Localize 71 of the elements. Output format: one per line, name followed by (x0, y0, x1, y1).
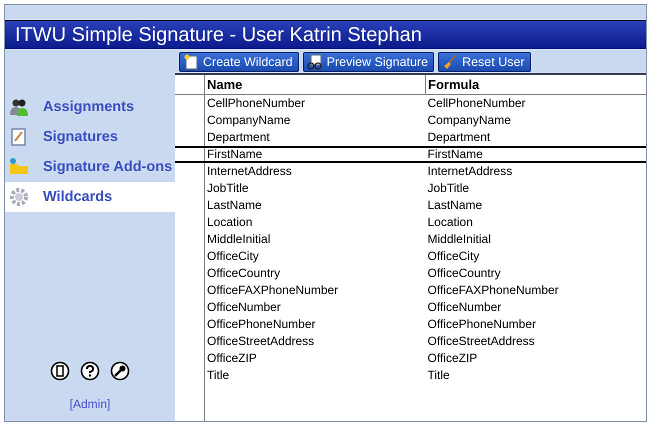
sidebar-item[interactable]: Signature Add-ons (5, 152, 175, 182)
table-row[interactable]: OfficeCountry OfficeCountry (175, 265, 646, 282)
table-row[interactable]: Title Title (175, 367, 646, 384)
door-icon[interactable] (50, 361, 70, 381)
table-row[interactable]: OfficePhoneNumber OfficePhoneNumber (175, 316, 646, 333)
table-cell-text: CompanyName (206, 112, 292, 129)
table-cell-text: LastName (426, 197, 484, 214)
table-cell-text: OfficeStreetAddress (206, 333, 316, 350)
table-cell-text: JobTitle (426, 180, 470, 197)
table-row[interactable]: JobTitle JobTitle (175, 180, 646, 197)
table-cell-text: Title (206, 367, 230, 384)
table-cell-text: OfficeCity (426, 248, 480, 265)
table-cell-text: JobTitle (206, 180, 250, 197)
table-cell-text: OfficeNumber (426, 299, 502, 316)
table-cell-text: InternetAddress (426, 163, 514, 180)
table-row[interactable]: OfficeStreetAddress OfficeStreetAddress (175, 333, 646, 350)
table-cell-text: OfficeCountry (426, 265, 502, 282)
table-row[interactable]: OfficeFAXPhoneNumber OfficeFAXPhoneNumber (175, 282, 646, 299)
people-icon (9, 97, 29, 117)
column-header[interactable]: Formula (425, 75, 646, 94)
toolbar-button[interactable]: Create Wildcard (179, 52, 299, 72)
table-cell-text: Department (426, 129, 492, 146)
table-cell-text: OfficeCity (206, 248, 260, 265)
table-row[interactable]: CellPhoneNumber CellPhoneNumber (175, 95, 646, 112)
new-page-icon (183, 54, 199, 70)
table-cell-text: OfficePhoneNumber (426, 316, 538, 333)
table-cell-text: CellPhoneNumber (206, 95, 306, 112)
sidebar-item[interactable]: Wildcards (5, 182, 175, 212)
table-cell-text: Location (206, 214, 254, 231)
table-row[interactable]: OfficeNumber OfficeNumber (175, 299, 646, 316)
sidebar-item[interactable]: Assignments (5, 92, 175, 122)
table-cell-text: MiddleInitial (206, 231, 272, 248)
table-cell-text: OfficePhoneNumber (206, 316, 317, 333)
table-cell-text: OfficeZIP (206, 350, 258, 367)
table-row[interactable]: LastName LastName (175, 197, 646, 214)
table-row[interactable]: CompanyName CompanyName (175, 112, 646, 129)
table-row[interactable]: FirstName FirstName (175, 146, 646, 163)
table-row[interactable]: OfficeCity OfficeCity (175, 248, 646, 265)
toolbar-button[interactable]: Preview Signature (302, 52, 434, 72)
table-row[interactable]: MiddleInitial MiddleInitial (175, 231, 646, 248)
table-row[interactable]: OfficeZIP OfficeZIP (175, 350, 646, 367)
table-row[interactable]: Department Department (175, 129, 646, 146)
column-header[interactable]: Name (205, 75, 425, 94)
broom-icon (442, 54, 458, 70)
table-cell-text: CompanyName (426, 112, 512, 129)
table-cell-text: Title (426, 367, 451, 384)
folder-icon (9, 157, 29, 177)
table-cell-text: CellPhoneNumber (426, 95, 527, 112)
table-cell-text: Department (206, 129, 271, 146)
help-icon[interactable] (80, 361, 100, 381)
window-title: ITWU Simple Signature - User Katrin Stephan (5, 20, 646, 49)
table-row[interactable]: InternetAddress InternetAddress (175, 163, 646, 180)
table-cell-text: OfficeStreetAddress (426, 333, 536, 350)
sidebar-item[interactable]: Signatures (5, 122, 175, 152)
table-cell-text: OfficeFAXPhoneNumber (426, 282, 560, 299)
table-cell-text: OfficeZIP (426, 350, 478, 367)
admin-link[interactable]: [Admin] (70, 397, 110, 411)
table-cell-text: LastName (206, 197, 263, 214)
table-cell-text: Location (426, 214, 474, 231)
glasses-icon (306, 54, 323, 70)
notepad-icon (9, 127, 29, 147)
table-cell-text: FirstName (426, 148, 484, 161)
gear-icon (9, 187, 29, 207)
table-cell-text: OfficeFAXPhoneNumber (206, 282, 340, 299)
table-cell-text: InternetAddress (206, 163, 293, 180)
toolbar-button[interactable]: Reset User (438, 52, 531, 72)
table-cell-text: MiddleInitial (426, 231, 492, 248)
table-row[interactable]: Location Location (175, 214, 646, 231)
table-cell-text: OfficeCountry (206, 265, 282, 282)
table-cell-text: OfficeNumber (206, 299, 282, 316)
table-cell-text: FirstName (206, 148, 264, 161)
